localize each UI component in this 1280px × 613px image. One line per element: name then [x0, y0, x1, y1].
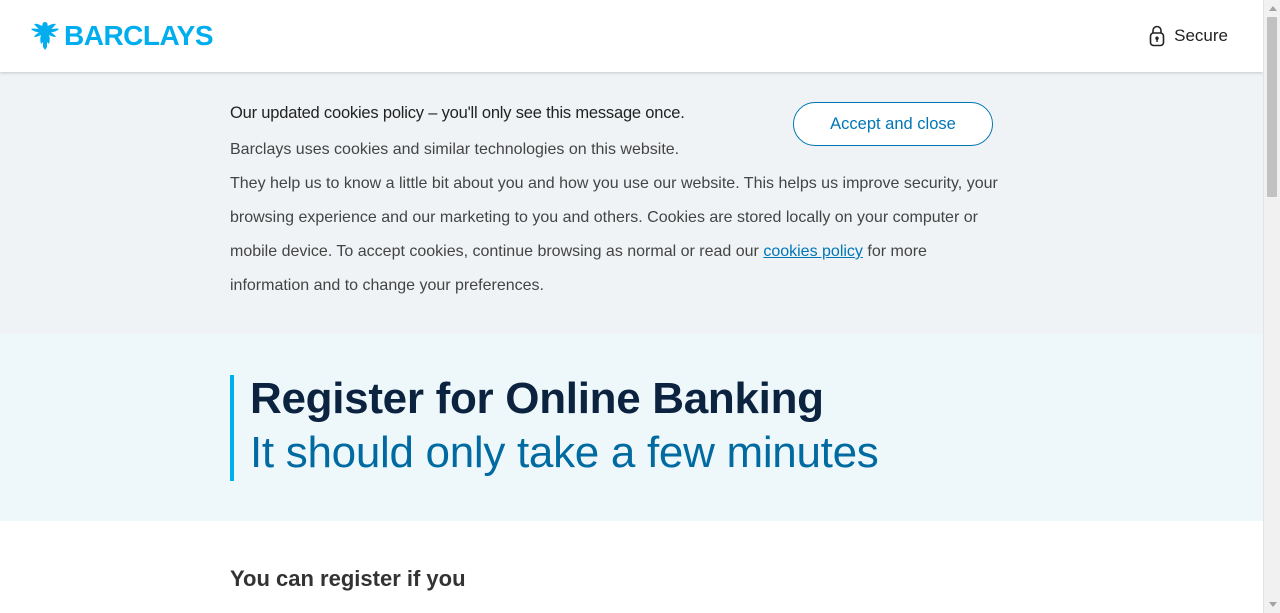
hero-banner: Register for Online Banking It should on…	[0, 334, 1263, 521]
logo-wordmark: BARCLAYS	[64, 20, 214, 51]
cookies-policy-link[interactable]: cookies policy	[763, 243, 863, 260]
cookie-text: Barclays uses cookies and similar techno…	[230, 133, 1000, 303]
scroll-down-button[interactable]	[1264, 596, 1280, 613]
arrow-up-icon	[1268, 6, 1277, 11]
lock-icon	[1149, 25, 1165, 47]
page: BARCLAYS Secure Our updated cookies poli…	[0, 0, 1263, 613]
barclays-logo[interactable]: BARCLAYS	[30, 19, 214, 53]
secure-label: Secure	[1174, 26, 1228, 45]
scrollbar-thumb[interactable]	[1267, 17, 1277, 197]
vertical-scrollbar[interactable]	[1263, 0, 1280, 613]
page-title: Register for Online Banking	[250, 374, 824, 423]
site-header: BARCLAYS Secure	[0, 0, 1263, 72]
hero-accent-bar	[230, 375, 234, 481]
secure-indicator: Secure	[1149, 24, 1228, 48]
accept-and-close-button[interactable]: Accept and close	[793, 102, 993, 146]
page-subtitle: It should only take a few minutes	[250, 428, 879, 477]
arrow-down-icon	[1268, 602, 1277, 607]
scroll-up-button[interactable]	[1264, 0, 1280, 17]
register-eligibility-heading: You can register if you	[230, 566, 466, 591]
cookie-body: They help us to know a little bit about …	[230, 167, 1000, 303]
eagle-icon	[31, 22, 59, 50]
cookie-banner: Our updated cookies policy – you'll only…	[0, 72, 1263, 334]
